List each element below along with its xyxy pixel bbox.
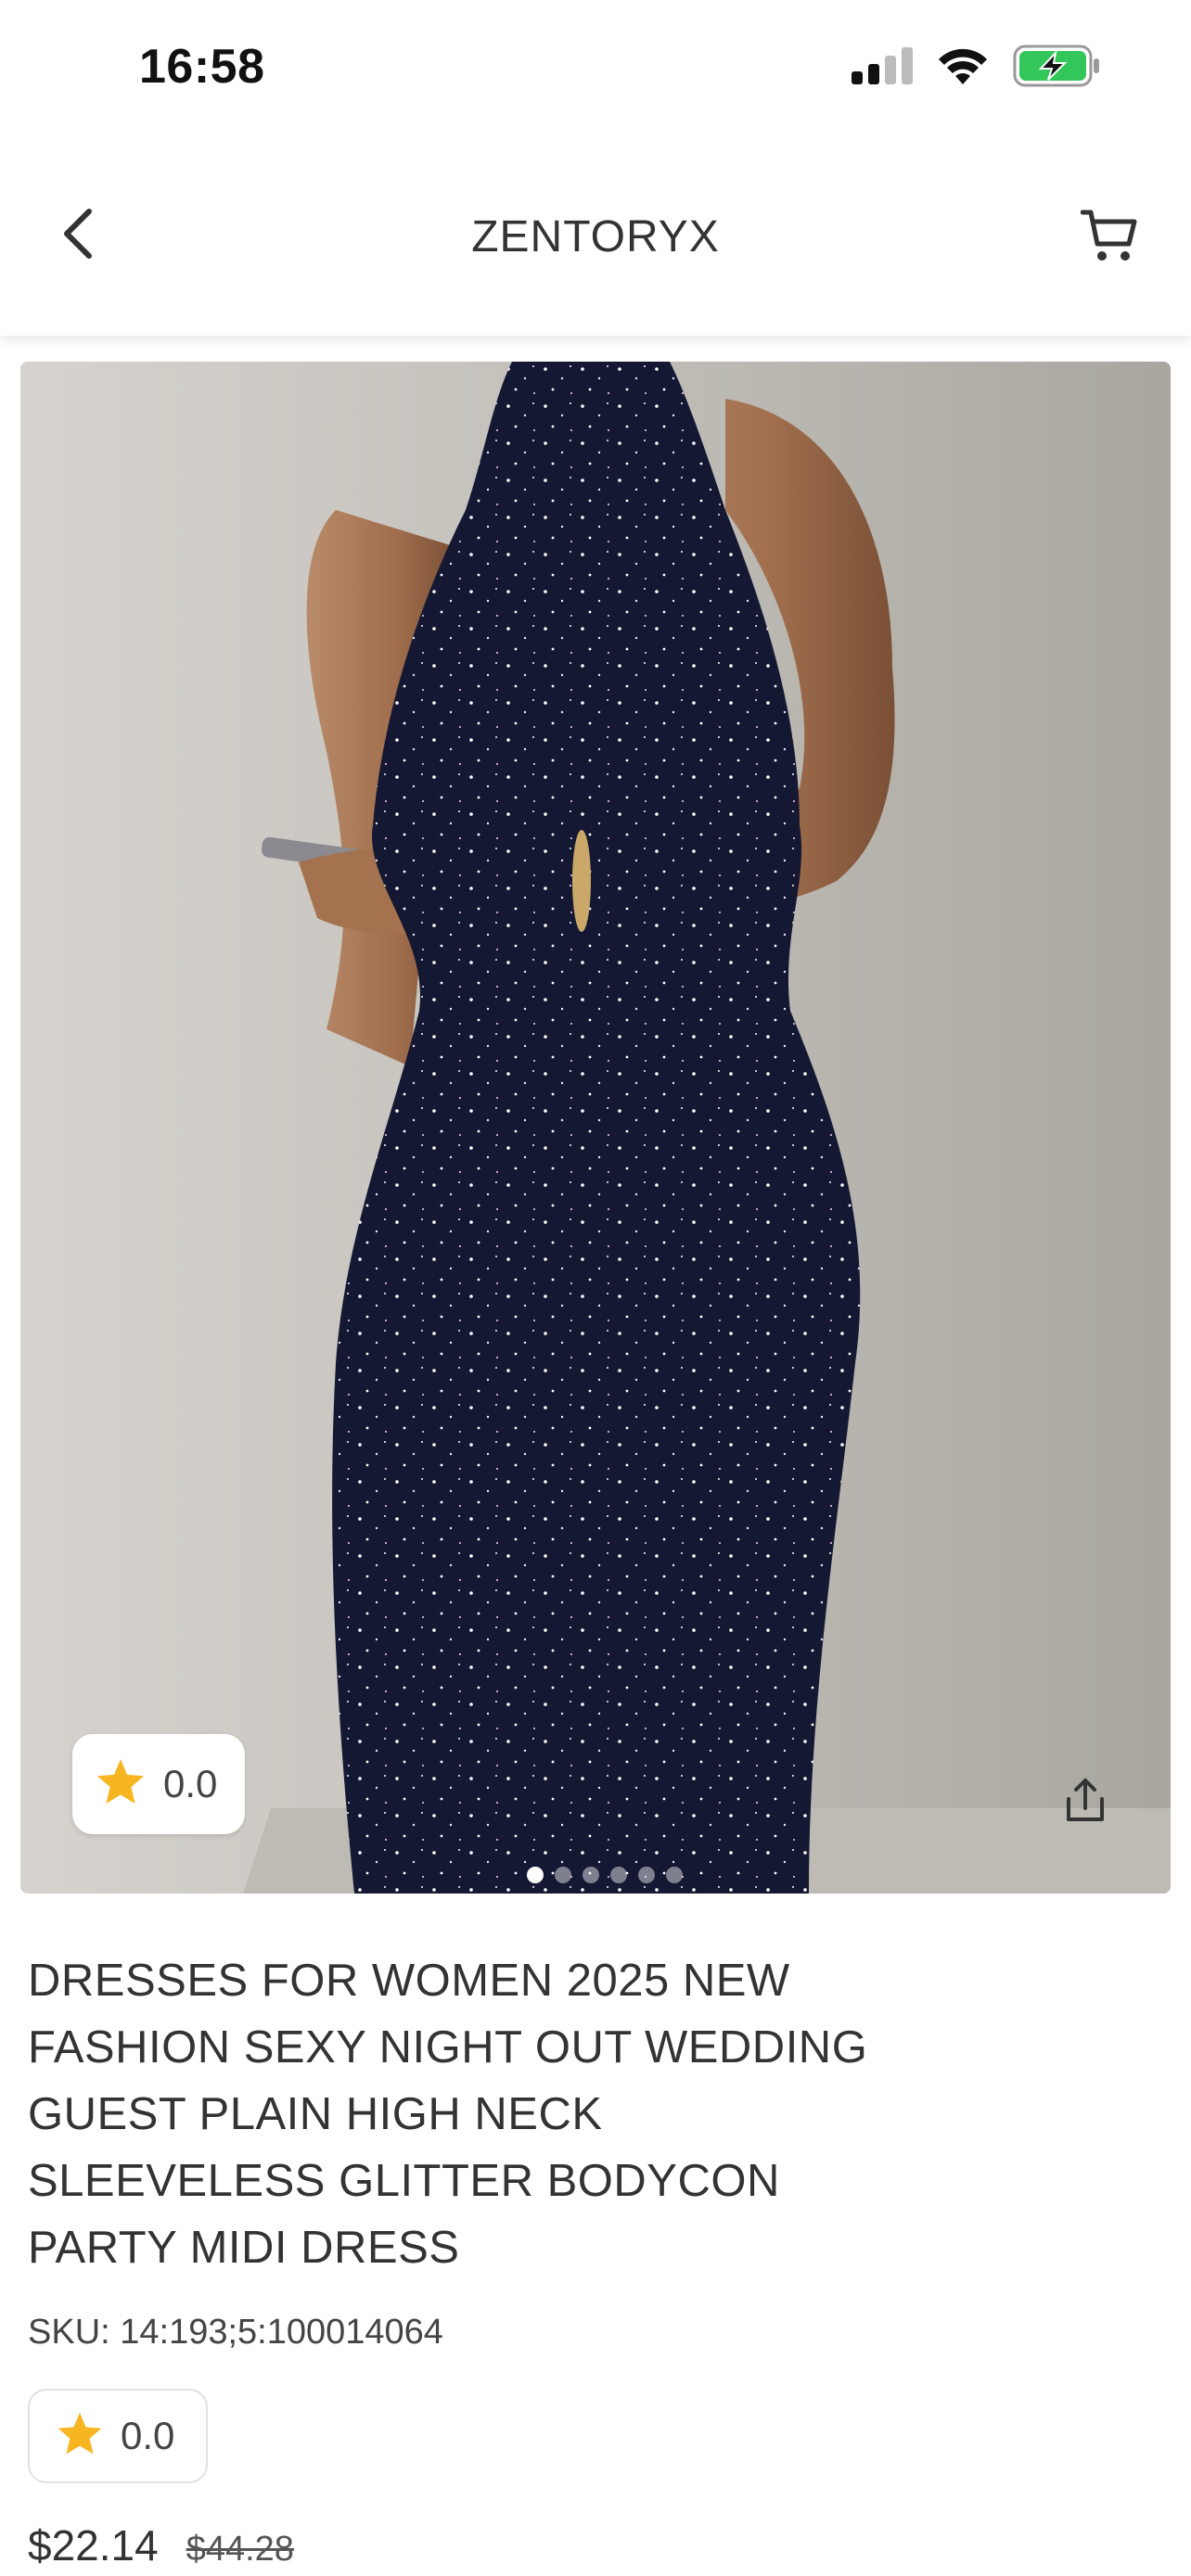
cart-icon bbox=[1081, 210, 1137, 261]
product-image-carousel[interactable] bbox=[20, 362, 1171, 1894]
store-title: ZENTORYX bbox=[471, 212, 720, 261]
image-rating-value: 0.0 bbox=[163, 1762, 218, 1805]
image-rating-badge: 0.0 bbox=[72, 1734, 245, 1834]
battery-icon bbox=[1013, 45, 1102, 92]
app-header: ZENTORYX bbox=[0, 139, 1191, 336]
carousel-dot[interactable] bbox=[610, 1867, 627, 1883]
signal-icon bbox=[852, 47, 913, 89]
sale-price: $22.14 bbox=[28, 2521, 159, 2570]
wifi-icon bbox=[935, 45, 991, 91]
share-icon bbox=[1067, 1779, 1104, 1821]
product-sku: SKU: 14:193;5:100014064 bbox=[28, 2313, 443, 2352]
price-row: $22.14 $44.28 bbox=[28, 2520, 294, 2570]
carousel-dot[interactable] bbox=[555, 1867, 571, 1883]
carousel-dot[interactable] bbox=[583, 1867, 599, 1883]
product-rating-value: 0.0 bbox=[121, 2414, 175, 2457]
star-icon bbox=[56, 2411, 104, 2462]
original-price: $44.28 bbox=[186, 2530, 294, 2569]
carousel-dot[interactable] bbox=[638, 1867, 655, 1883]
carousel-dots bbox=[0, 1867, 1191, 1883]
product-photo bbox=[20, 362, 1171, 1894]
status-icons bbox=[852, 45, 1102, 92]
star-icon bbox=[95, 1757, 147, 1812]
carousel-dot[interactable] bbox=[666, 1867, 683, 1883]
share-button[interactable] bbox=[1056, 1771, 1115, 1830]
carousel-dot[interactable] bbox=[527, 1867, 544, 1883]
status-bar: 16:58 bbox=[0, 0, 1191, 139]
status-time: 16:58 bbox=[139, 40, 265, 94]
product-rating[interactable]: 0.0 bbox=[28, 2389, 208, 2483]
cart-button[interactable] bbox=[1076, 202, 1143, 269]
product-title: DRESSES FOR WOMEN 2025 NEW FASHION SEXY … bbox=[28, 1956, 868, 2273]
